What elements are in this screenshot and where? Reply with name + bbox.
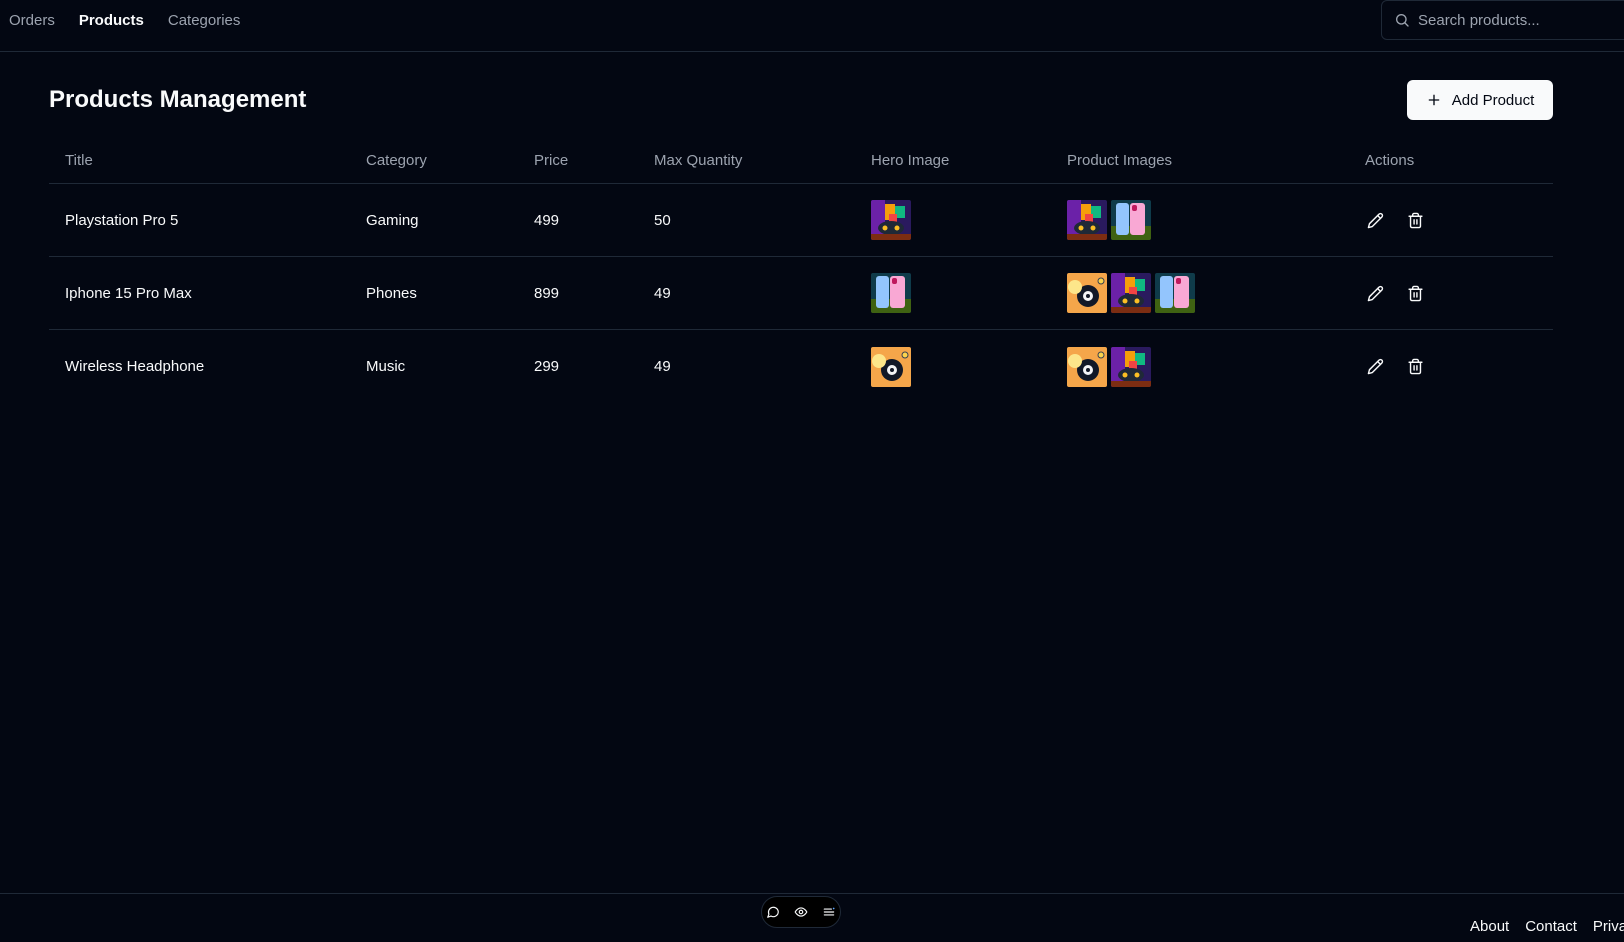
cell-price: 899 [534,284,560,302]
list-button[interactable] [819,902,839,922]
cell-category: Phones [366,284,417,302]
search-box[interactable] [1381,0,1624,40]
header-hero-image: Hero Image [871,152,950,169]
header-price: Price [534,152,569,169]
cell-max-quantity: 50 [654,211,671,229]
pencil-icon [1367,285,1383,301]
header-category: Category [366,152,427,169]
cell-category: Music [366,358,406,375]
cell-max-quantity: 49 [654,284,671,302]
table-row: Wireless Headphone Music 299 49 [49,330,1553,403]
search-input[interactable] [1418,11,1618,29]
hero-image-thumbnail [871,200,911,240]
delete-button[interactable] [1405,283,1425,303]
add-product-button[interactable]: Add Product [1407,80,1553,120]
cell-title: Iphone 15 Pro Max [65,284,192,302]
hero-image-thumbnail [871,346,911,387]
trash-icon [1407,285,1423,301]
floating-toolbar [761,896,841,928]
delete-button[interactable] [1405,210,1425,230]
add-product-label: Add Product [1451,91,1535,109]
product-image-thumbnail [1067,346,1107,387]
cell-title: Wireless Headphone [65,358,205,375]
pencil-icon [1367,212,1383,228]
nav-products[interactable]: Products [79,11,144,31]
top-navbar: Orders Products Categories [0,0,1624,52]
header-product-images: Product Images [1067,152,1173,169]
cell-max-quantity: 49 [654,358,671,375]
products-table: Title Category Price Max Quantity Hero I… [49,138,1553,403]
header-max-quantity: Max Quantity [654,152,743,169]
nav-orders[interactable]: Orders [9,11,55,31]
footer-link-contact[interactable]: Contact [1525,918,1577,935]
edit-button[interactable] [1365,283,1385,303]
product-image-thumbnail [1067,273,1107,313]
table-header: Title Category Price Max Quantity Hero I… [49,138,1553,184]
cell-price: 499 [534,211,560,229]
product-image-thumbnail [1111,273,1151,313]
cell-title: Playstation Pro 5 [65,211,179,229]
chat-button[interactable] [763,902,783,922]
footer-link-about[interactable]: About [1470,918,1509,935]
product-image-thumbnail [1067,200,1107,240]
trash-icon [1407,212,1423,228]
delete-button[interactable] [1405,357,1425,377]
page-title: Products Management [49,86,307,113]
header-title: Title [65,152,93,169]
main-nav: Orders Products Categories [9,11,240,31]
list-icon [823,907,835,916]
cell-price: 299 [534,358,560,375]
footer: About Contact Priva [0,893,1624,942]
edit-button[interactable] [1365,210,1385,230]
hero-image-thumbnail [871,273,911,313]
product-image-thumbnail [1111,346,1151,387]
table-row: Playstation Pro 5 Gaming 499 50 [49,184,1553,257]
edit-button[interactable] [1365,357,1385,377]
header-actions: Actions [1365,152,1415,169]
eye-icon [794,907,808,917]
table-row: Iphone 15 Pro Max Phones 899 49 [49,257,1553,330]
footer-link-privacy[interactable]: Priva [1593,918,1624,935]
product-image-thumbnail [1155,273,1195,313]
eye-button[interactable] [791,902,811,922]
pencil-icon [1367,358,1383,375]
nav-categories[interactable]: Categories [168,11,241,31]
trash-icon [1407,358,1423,375]
footer-links: About Contact Priva [1470,918,1624,935]
product-image-thumbnail [1111,200,1151,240]
plus-icon [1428,94,1440,106]
chat-icon [767,906,779,918]
cell-category: Gaming [366,211,419,229]
search-icon [1396,14,1409,27]
